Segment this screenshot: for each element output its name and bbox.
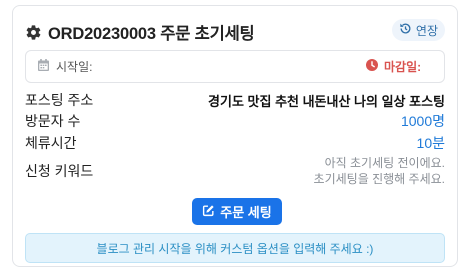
calendar-icon — [38, 59, 49, 74]
keywords-message-line2: 초기세팅을 진행해 주세요. — [313, 172, 445, 186]
date-box: 시작일: 마감일: — [25, 50, 445, 83]
edit-icon — [202, 204, 215, 220]
posting-address-value: 경기도 맛집 추천 내돈내산 나의 일상 포스팅 — [208, 93, 445, 109]
visitors-row: 방문자 수 1000명 — [25, 111, 445, 131]
posting-address-label: 포스팅 주소 — [25, 92, 94, 108]
history-icon — [399, 22, 412, 38]
order-setting-label: 주문 세팅 — [220, 205, 272, 220]
start-date: 시작일: — [38, 58, 92, 75]
extend-label: 연장 — [415, 23, 438, 38]
gear-icon — [25, 24, 42, 41]
end-date: 마감일: — [366, 58, 421, 75]
stay-time-value: 10분 — [416, 135, 445, 151]
end-date-label: 마감일: — [384, 60, 422, 74]
visitors-label: 방문자 수 — [25, 113, 81, 129]
stay-time-row: 체류시간 10분 — [25, 133, 445, 153]
start-date-label: 시작일: — [56, 60, 93, 74]
keywords-message: 아직 초기세팅 전이에요. 초기세팅을 진행해 주세요. — [314, 155, 445, 187]
clock-icon — [366, 59, 378, 74]
card-header: ORD20230003 주문 초기세팅 연장 — [25, 19, 445, 45]
posting-address-row: 포스팅 주소 경기도 맛집 추천 내돈내산 나의 일상 포스팅 — [25, 90, 445, 110]
extend-button[interactable]: 연장 — [391, 19, 445, 41]
visitors-value: 1000명 — [400, 113, 445, 129]
page-title: ORD20230003 주문 초기세팅 — [48, 25, 255, 43]
info-notice: 블로그 관리 시작을 위해 커스텀 옵션을 입력해 주세요 :) — [25, 233, 445, 263]
order-setting-button[interactable]: 주문 세팅 — [192, 198, 282, 225]
keywords-message-line1: 아직 초기세팅 전이에요. — [324, 156, 445, 170]
order-card: ORD20230003 주문 초기세팅 연장 시작일: 마감일: 포스팅 주소 … — [12, 5, 458, 267]
keywords-label: 신청 키워드 — [25, 163, 94, 179]
keywords-row: 신청 키워드 아직 초기세팅 전이에요. 초기세팅을 진행해 주세요. — [25, 155, 445, 187]
stay-time-label: 체류시간 — [25, 135, 77, 151]
